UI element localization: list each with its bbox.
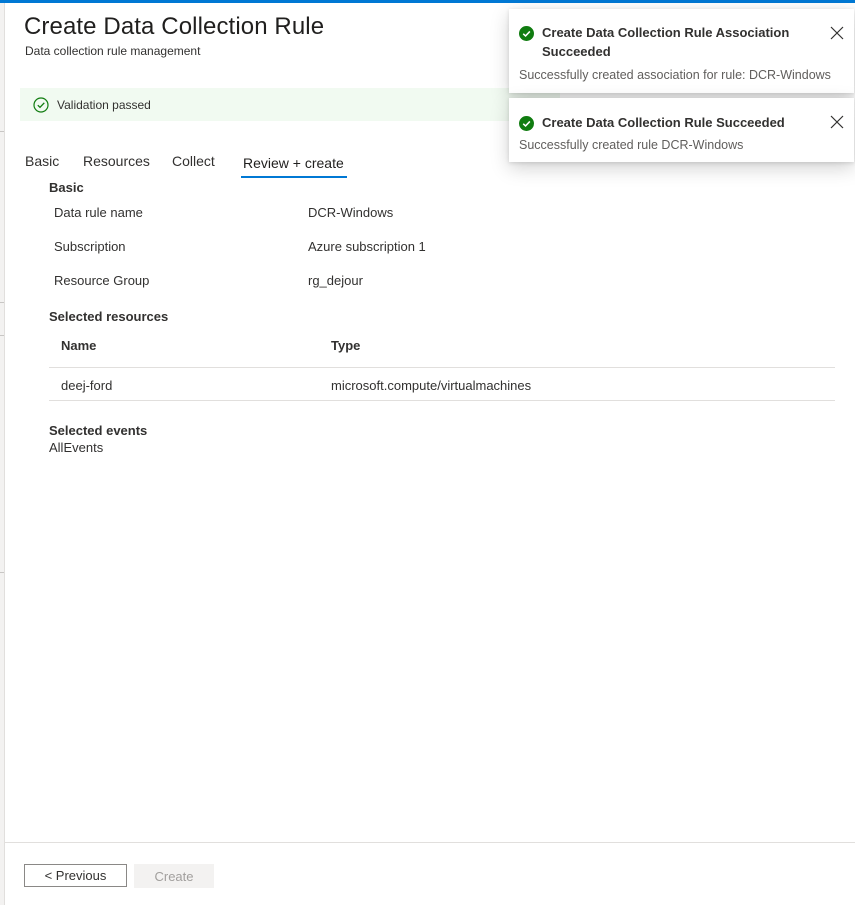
notification-title: Create Data Collection Rule Association …: [542, 25, 790, 59]
value-data-rule-name: DCR-Windows: [308, 205, 394, 220]
tab-collect[interactable]: Collect: [172, 153, 215, 169]
cell-resource-type: microsoft.compute/virtualmachines: [331, 378, 532, 393]
sidebar-divider: [0, 131, 4, 132]
tab-resources[interactable]: Resources: [83, 153, 150, 169]
close-icon[interactable]: [830, 26, 844, 40]
sidebar-divider: [0, 572, 4, 573]
column-header-name: Name: [61, 338, 97, 353]
validation-text: Validation passed: [57, 97, 151, 112]
active-tab-indicator: [241, 176, 347, 178]
label-resource-group: Resource Group: [54, 273, 150, 288]
table-header-divider: [49, 367, 835, 368]
success-check-icon: [519, 116, 534, 131]
table-row-divider: [49, 400, 835, 401]
notification-toast-rule: Create Data Collection Rule Succeeded Su…: [509, 98, 854, 162]
column-header-type: Type: [331, 338, 361, 353]
success-check-icon: [519, 26, 534, 41]
sidebar-divider: [0, 335, 4, 336]
value-resource-group: rg_dejour: [308, 273, 363, 288]
previous-button[interactable]: < Previous: [24, 864, 127, 887]
cell-resource-name: deej-ford: [61, 378, 113, 393]
page-subtitle: Data collection rule management: [25, 44, 201, 58]
create-button[interactable]: Create: [134, 864, 214, 888]
section-heading-selected-events: Selected events: [49, 423, 148, 438]
sidebar-divider: [0, 302, 4, 303]
page-title: Create Data Collection Rule: [24, 13, 325, 40]
notification-title: Create Data Collection Rule Succeeded: [542, 115, 785, 130]
label-data-rule-name: Data rule name: [54, 205, 143, 220]
footer-divider: [5, 842, 855, 843]
notification-toast-association: Create Data Collection Rule Association …: [509, 9, 854, 93]
section-heading-basic: Basic: [49, 180, 84, 195]
close-icon[interactable]: [830, 115, 844, 129]
label-subscription: Subscription: [54, 239, 126, 254]
section-heading-selected-resources: Selected resources: [49, 309, 169, 324]
value-subscription: Azure subscription 1: [308, 239, 426, 254]
tab-basic[interactable]: Basic: [25, 153, 59, 169]
tab-review-create[interactable]: Review + create: [243, 155, 344, 171]
check-circle-icon: [33, 96, 49, 113]
notification-message: Successfully created association for rul…: [519, 68, 831, 82]
notification-message: Successfully created rule DCR-Windows: [519, 138, 744, 152]
selected-events-value: AllEvents: [49, 440, 104, 455]
validation-banner: Validation passed: [20, 88, 560, 121]
